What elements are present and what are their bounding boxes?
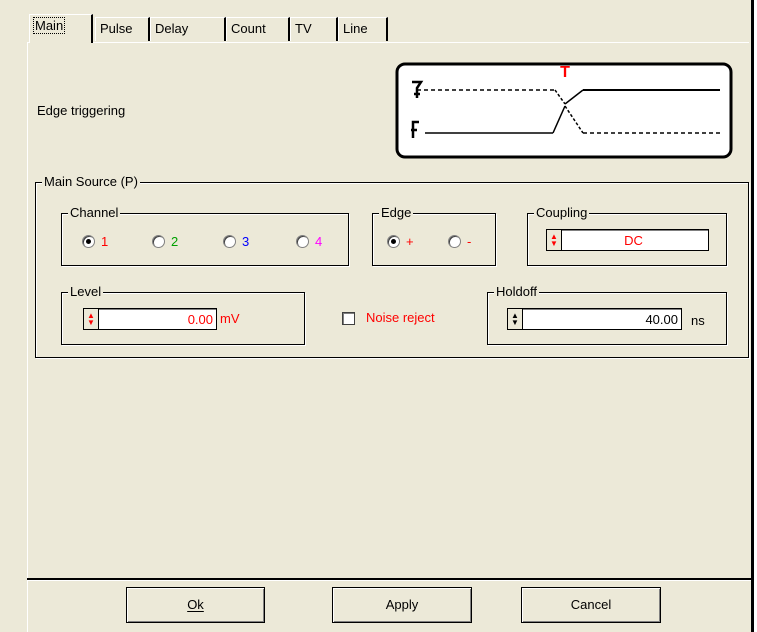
level-unit: mV	[220, 311, 240, 326]
radio-icon	[223, 234, 236, 248]
tab-pulse[interactable]: Pulse	[95, 17, 150, 41]
tab-line[interactable]: Line	[338, 17, 388, 41]
channel-3-radio[interactable]: 3	[223, 233, 249, 249]
radio-icon	[152, 234, 165, 248]
level-value: 0.00	[187, 311, 213, 327]
edge-falling-radio[interactable]: -	[448, 233, 471, 249]
edge-trigger-diagram: T	[395, 62, 733, 159]
noise-reject-label: Noise reject	[366, 310, 435, 325]
trigger-marker: T	[560, 64, 570, 81]
channel-4-label: 4	[315, 233, 323, 249]
holdoff-legend: Holdoff	[494, 284, 539, 300]
channel-legend: Channel	[68, 205, 121, 221]
channel-4-radio[interactable]: 4	[296, 233, 322, 249]
cancel-button[interactable]: Cancel	[521, 587, 661, 623]
edge-rising-radio[interactable]: +	[387, 233, 414, 249]
ok-label: Ok	[187, 597, 204, 612]
channel-1-radio[interactable]: 1	[82, 233, 108, 249]
channel-1-label: 1	[101, 233, 109, 249]
channel-2-radio[interactable]: 2	[152, 233, 178, 249]
coupling-spinner[interactable]: ▲ ▼ DC	[546, 229, 709, 251]
coupling-legend: Coupling	[534, 205, 590, 221]
radio-selected-icon	[82, 234, 95, 248]
footer-separator	[27, 578, 751, 581]
tab-delay[interactable]: Delay	[150, 17, 226, 41]
radio-selected-icon	[387, 234, 400, 248]
ok-button[interactable]: Ok	[126, 587, 265, 623]
spin-arrows-icon[interactable]: ▲ ▼	[84, 309, 99, 329]
apply-button[interactable]: Apply	[332, 587, 472, 623]
radio-icon	[448, 234, 461, 248]
tab-tv[interactable]: TV	[290, 17, 338, 41]
edge-falling-label: -	[467, 233, 472, 249]
spin-arrows-icon[interactable]: ▲ ▼	[508, 309, 523, 329]
level-legend: Level	[68, 284, 104, 300]
noise-reject-checkbox[interactable]	[342, 312, 355, 325]
spin-arrows-icon[interactable]: ▲ ▼	[547, 230, 562, 250]
trigger-description: Edge triggering	[37, 103, 126, 118]
cancel-label: Cancel	[570, 597, 612, 612]
edge-legend: Edge	[379, 205, 414, 221]
main-source-legend: Main Source (P)	[42, 174, 140, 190]
holdoff-value: 40.00	[645, 311, 678, 327]
edge-rising-label: +	[406, 233, 414, 249]
apply-label: Apply	[385, 597, 419, 612]
channel-3-label: 3	[242, 233, 250, 249]
trigger-dialog: Main Pulse Delay Count TV Line Edge trig…	[0, 0, 754, 632]
tab-main[interactable]: Main	[29, 14, 93, 43]
level-spinner[interactable]: ▲ ▼ 0.00	[83, 308, 217, 330]
radio-icon	[296, 234, 309, 248]
channel-2-label: 2	[171, 233, 179, 249]
holdoff-spinner[interactable]: ▲ ▼ 40.00	[507, 308, 682, 330]
tab-count[interactable]: Count	[226, 17, 290, 41]
holdoff-unit: ns	[691, 313, 705, 328]
coupling-value: DC	[624, 232, 643, 248]
